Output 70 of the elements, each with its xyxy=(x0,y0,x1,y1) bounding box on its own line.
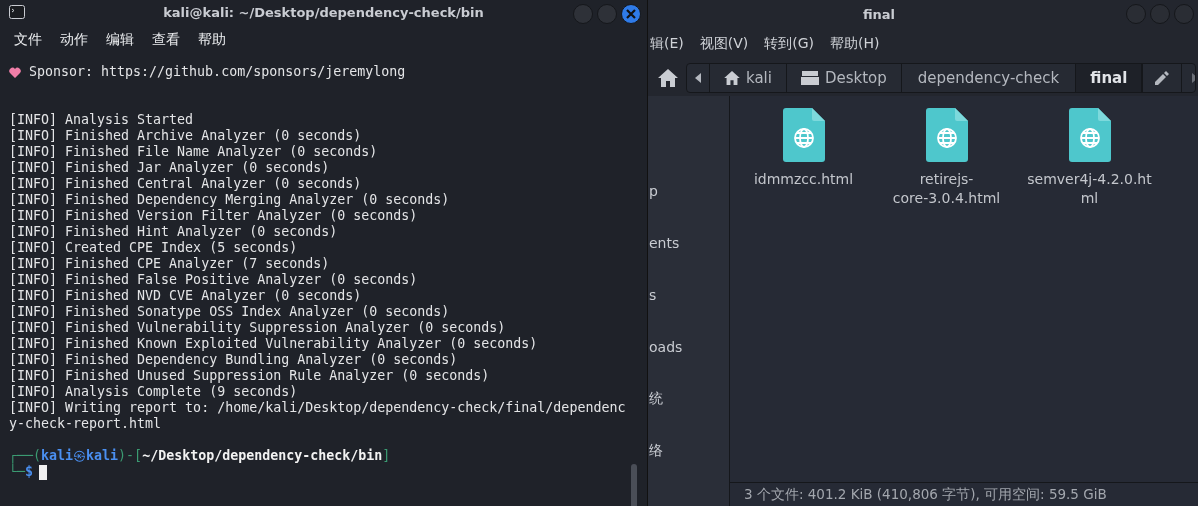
minimize-button[interactable] xyxy=(573,4,593,24)
web-file-icon xyxy=(925,108,968,162)
terminal-line: [INFO] Finished Central Analyzer (0 seconds) xyxy=(9,176,362,192)
terminal-line: [INFO] Writing report to: /home/kali/Desktop/dependency-check/final/dependenc xyxy=(9,400,626,416)
sidebar-item[interactable]: 络 xyxy=(649,442,663,460)
terminal-line: [INFO] Finished Archive Analyzer (0 seconds) xyxy=(9,128,362,144)
terminal-line: Sponsor: https://github.com/sponsors/jeremylong xyxy=(29,64,406,80)
sidebar-item[interactable]: s xyxy=(649,287,657,303)
menu-item[interactable]: 视图(V) xyxy=(699,35,749,53)
breadcrumb[interactable]: kali xyxy=(710,64,787,92)
file-name[interactable]: semver4j-4.2.0.ht ml xyxy=(1027,170,1152,208)
terminal-line: [INFO] Finished Dependency Merging Analyzer (0 seconds) xyxy=(9,192,450,208)
window-title: final xyxy=(862,6,896,22)
terminal-line: [INFO] Analysis Complete (9 seconds) xyxy=(9,384,298,400)
sidebar-item[interactable]: p xyxy=(649,183,658,199)
web-file-icon xyxy=(1068,108,1111,162)
breadcrumb[interactable]: final xyxy=(1076,64,1143,92)
terminal-line: [INFO] Finished Version Filter Analyzer (0 seconds) xyxy=(9,208,418,224)
prompt-user: kali xyxy=(41,448,74,464)
web-file-icon xyxy=(782,108,825,162)
pencil-icon xyxy=(1155,71,1170,85)
prompt-symbol: $ xyxy=(25,464,34,480)
terminal-line: y-check-report.html xyxy=(9,416,162,432)
menu-item[interactable]: 编辑 xyxy=(106,31,134,49)
terminal-line: [INFO] Finished Known Exploited Vulnerability Analyzer (0 seconds) xyxy=(9,336,538,352)
terminal-line: [INFO] Analysis Started xyxy=(9,112,194,128)
menu-item[interactable]: 转到(G) xyxy=(764,35,815,53)
prompt-bracket: ] xyxy=(382,448,391,464)
drive-icon xyxy=(800,71,819,85)
terminal-line: [INFO] Created CPE Index (5 seconds) xyxy=(9,240,298,256)
status-text: 3 个文件: 401.2 KiB (410,806 字节), 可用空间: 59.5 GiB xyxy=(744,485,1107,504)
breadcrumb[interactable]: Desktop xyxy=(786,64,902,92)
home-icon xyxy=(724,71,740,85)
minimize-button[interactable] xyxy=(1126,4,1146,24)
terminal-line: [INFO] Finished Hint Analyzer (0 seconds) xyxy=(9,224,338,240)
text-cursor xyxy=(39,464,48,480)
terminal-line: [INFO] Finished CPE Analyzer (7 seconds) xyxy=(9,256,330,272)
terminal-line: [INFO] Finished Vulnerability Suppression Analyzer (0 seconds) xyxy=(9,320,506,336)
terminal-line: [INFO] Finished Unused Suppression Rule Analyzer (0 seconds) xyxy=(9,368,490,384)
sidebar-item[interactable]: oads xyxy=(649,339,683,355)
terminal-line: [INFO] Finished Jar Analyzer (0 seconds) xyxy=(9,160,330,176)
menu-item[interactable]: 文件 xyxy=(14,31,42,49)
home-icon[interactable] xyxy=(658,69,678,87)
prompt-host: kali xyxy=(86,448,119,464)
terminal-line: [INFO] Finished Dependency Bundling Analyzer (0 seconds) xyxy=(9,352,458,368)
window-title: kali@kali: ~/Desktop/dependency-check/bin xyxy=(163,4,484,20)
menu-item[interactable]: 帮助(H) xyxy=(830,35,880,53)
prompt-corner: └─ xyxy=(9,464,25,480)
terminal-line: [INFO] Finished False Positive Analyzer (0 seconds) xyxy=(9,272,418,288)
menu-item[interactable]: 帮助 xyxy=(198,31,226,49)
prompt-bracket: ┌──( xyxy=(9,448,42,464)
menu-item[interactable]: 动作 xyxy=(60,31,88,49)
file-name[interactable]: retirejs- core-3.0.4.html xyxy=(892,170,1001,208)
heart-icon xyxy=(9,66,21,78)
left-arrow-icon xyxy=(695,73,701,83)
close-icon xyxy=(626,9,636,19)
sidebar-item[interactable]: 统 xyxy=(649,390,663,408)
prompt-path: ~/Desktop/dependency-check/bin xyxy=(142,448,383,464)
maximize-button[interactable] xyxy=(1150,4,1170,24)
terminal-line: [INFO] Finished NVD CVE Analyzer (0 seconds) xyxy=(9,288,362,304)
menu-item[interactable]: 辑(E) xyxy=(650,35,684,53)
terminal-icon xyxy=(9,5,25,19)
terminal-line: [INFO] Finished File Name Analyzer (0 seconds) xyxy=(9,144,378,160)
sidebar-item[interactable]: ents xyxy=(649,235,680,251)
file-name[interactable]: idmmzcc.html xyxy=(753,170,854,189)
terminal-line: [INFO] Finished Sonatype OSS Index Analyzer (0 seconds) xyxy=(9,304,450,320)
prompt-bracket: )-[ xyxy=(118,448,143,464)
menu-item[interactable]: 查看 xyxy=(152,31,180,49)
close-button[interactable] xyxy=(621,4,641,24)
prompt-at-sign: ㉿ xyxy=(73,448,87,464)
